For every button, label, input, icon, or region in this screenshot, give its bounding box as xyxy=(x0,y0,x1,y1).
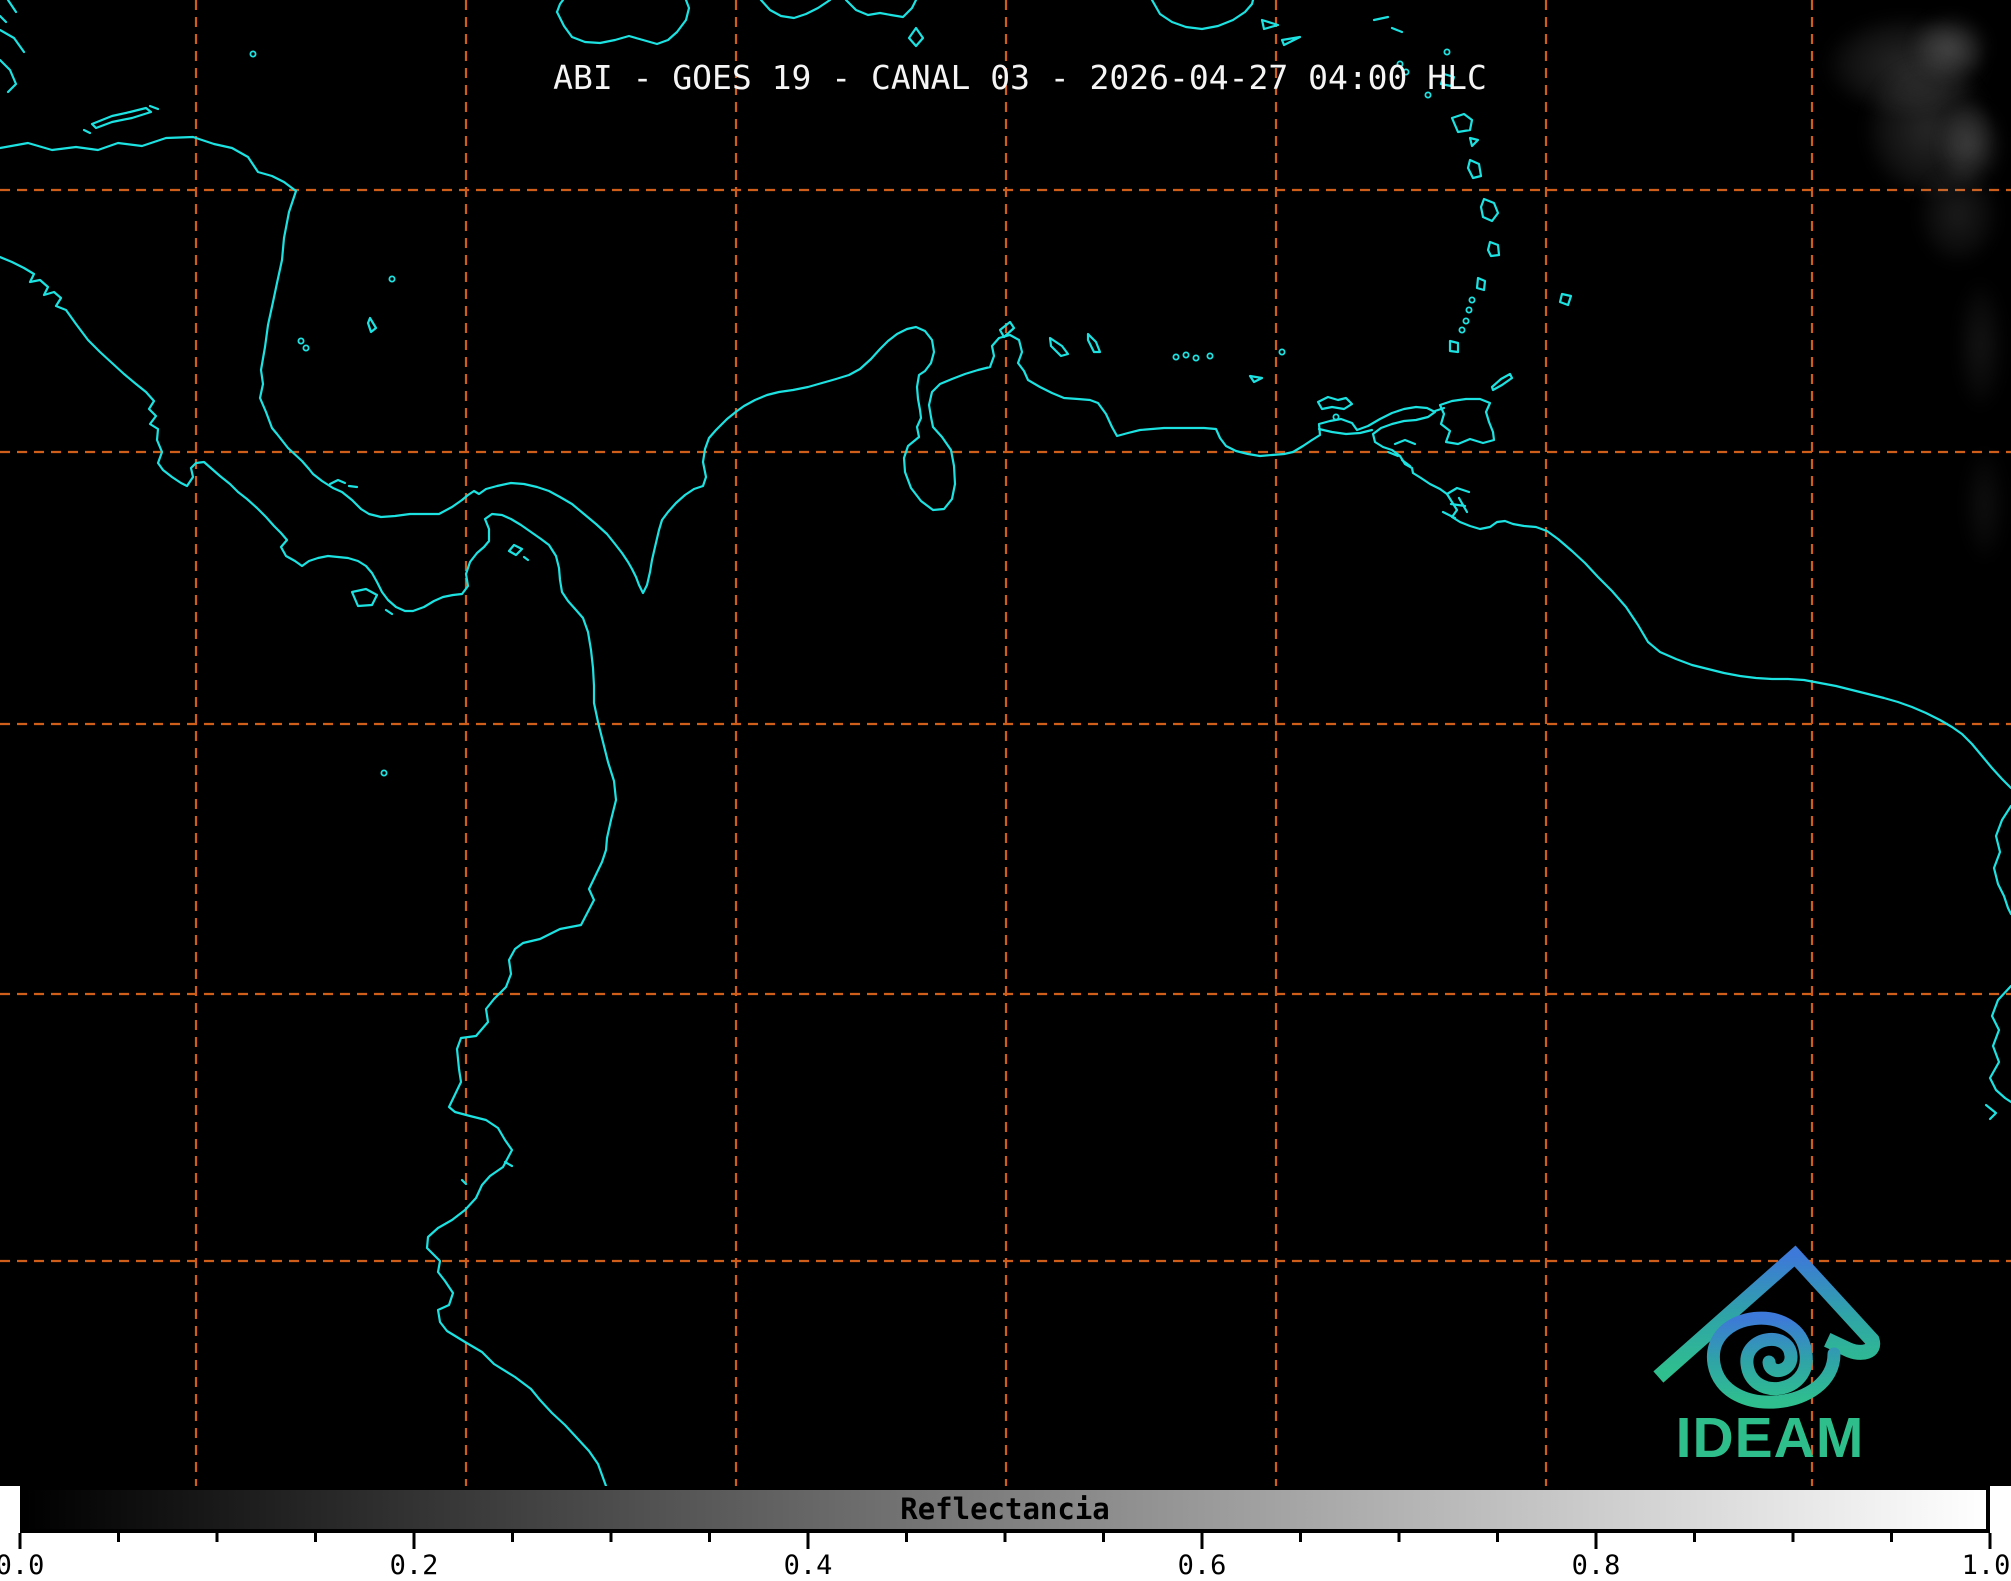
small-island xyxy=(1172,353,1180,361)
coastline xyxy=(1316,395,1354,411)
small-island xyxy=(302,344,310,352)
colorbar-gradient-bar: Reflectancia xyxy=(20,1486,1990,1533)
small-island xyxy=(1278,348,1286,356)
product-title: ABI - GOES 19 - CANAL 03 - 2026-04-27 04… xyxy=(553,58,1487,97)
coastline xyxy=(1317,427,1374,436)
small-island xyxy=(1332,413,1340,421)
coastline xyxy=(1558,292,1573,307)
small-island xyxy=(1443,48,1451,56)
coastline xyxy=(1372,15,1404,34)
coastline xyxy=(1048,336,1070,358)
colorbar-tick-label: 0.2 xyxy=(389,1550,439,1581)
coastline xyxy=(1988,984,2011,1104)
coastline xyxy=(1450,112,1474,134)
small-island xyxy=(249,50,257,58)
satellite-map: ABI - GOES 19 - CANAL 03 - 2026-04-27 04… xyxy=(0,0,2011,1486)
coastline xyxy=(1086,332,1102,354)
coastline xyxy=(1248,374,1264,384)
coastline xyxy=(1280,35,1302,47)
coastline xyxy=(844,0,918,19)
small-island xyxy=(1182,351,1190,359)
colorbar: Reflectancia 0.0 0.2 0.4 0.6 0.8 1.0 xyxy=(0,1486,2011,1581)
colorbar-tick-label: 1.0 xyxy=(1961,1550,2011,1581)
coastline xyxy=(1441,486,1471,520)
coastline xyxy=(328,478,359,489)
small-island xyxy=(388,275,396,283)
coastline xyxy=(555,0,691,46)
small-island xyxy=(1192,354,1200,362)
small-island xyxy=(1462,317,1470,325)
coastline xyxy=(1486,240,1501,258)
small-island xyxy=(1468,296,1476,304)
coastline xyxy=(1438,397,1496,446)
small-island xyxy=(297,337,305,345)
colorbar-tick-label: 0.0 xyxy=(0,1550,45,1581)
coastline xyxy=(555,0,565,14)
coastline xyxy=(1490,372,1514,392)
colorbar-tick-label: 0.8 xyxy=(1571,1550,1621,1581)
colorbar-tick-label: 0.4 xyxy=(783,1550,833,1581)
coastline xyxy=(384,543,530,616)
small-island xyxy=(1206,352,1214,360)
coastline xyxy=(366,316,378,334)
small-island xyxy=(380,769,388,777)
logo-hurricane-spiral xyxy=(1707,1311,1841,1409)
colorbar-tick-label: 0.6 xyxy=(1177,1550,1227,1581)
ideam-logo-mark xyxy=(1653,1245,1881,1409)
coastline xyxy=(350,587,379,608)
coastline xyxy=(1992,804,2011,916)
coastline xyxy=(90,106,153,130)
coastline xyxy=(1475,276,1487,292)
coastline xyxy=(1984,1103,1998,1121)
ideam-logo-text: IDEAM xyxy=(1675,1406,1865,1470)
coastline xyxy=(1448,339,1460,354)
coastline xyxy=(1479,197,1500,223)
colorbar-tick-marks xyxy=(18,1533,1992,1549)
coastline xyxy=(1468,136,1480,148)
coastline xyxy=(1150,0,1255,31)
small-island xyxy=(1458,326,1466,334)
coastline xyxy=(1466,158,1483,180)
coastline xyxy=(907,26,925,48)
satellite-product-figure: ABI - GOES 19 - CANAL 03 - 2026-04-27 04… xyxy=(0,0,2011,1581)
small-island xyxy=(1465,306,1473,314)
coastline xyxy=(0,255,618,1486)
coastline xyxy=(759,0,832,20)
colorbar-label: Reflectancia xyxy=(900,1492,1110,1526)
